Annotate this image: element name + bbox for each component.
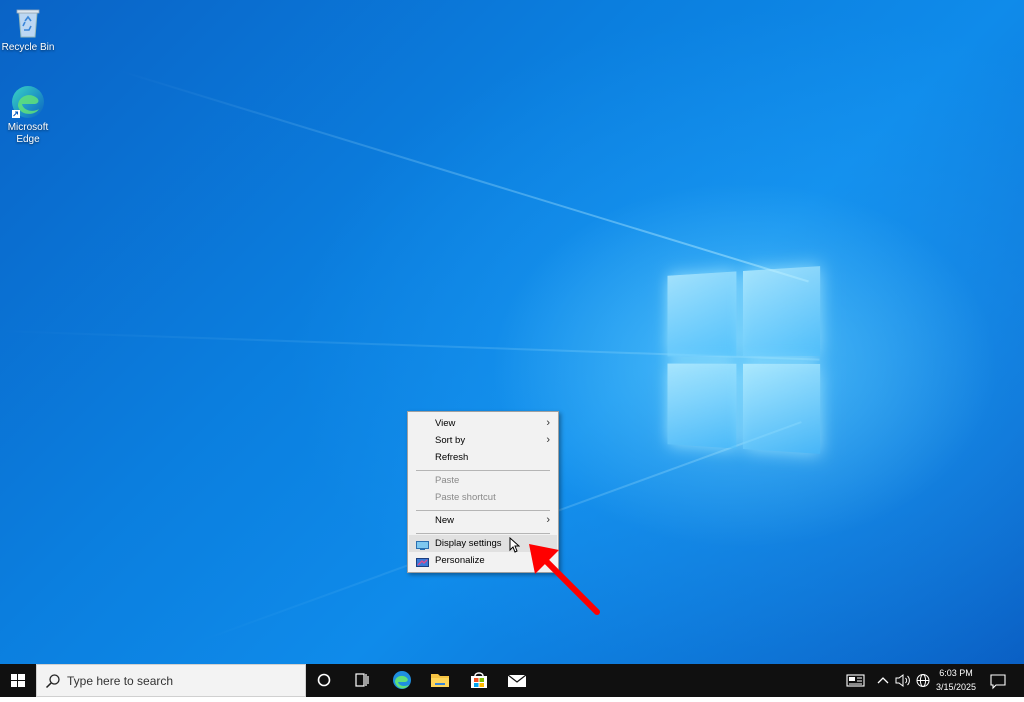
action-center-button[interactable]	[984, 664, 1012, 697]
menu-separator	[416, 510, 550, 511]
taskbar: Type here to search 6:03 PM 3/15/2025	[0, 664, 1024, 697]
recycle-bin-icon	[10, 4, 46, 40]
menu-item-sort-by[interactable]: Sort by ›	[409, 432, 557, 449]
notification-icon	[990, 674, 1006, 690]
news-widget-button[interactable]	[838, 664, 874, 697]
mail-icon	[507, 674, 527, 687]
menu-item-label: Paste shortcut	[435, 492, 496, 503]
start-button[interactable]	[0, 664, 36, 697]
desktop-icon-label: Microsoft Edge	[7, 122, 49, 145]
windows-start-icon	[11, 674, 25, 687]
menu-item-label: Sort by	[435, 435, 466, 446]
chevron-right-icon: ›	[546, 417, 550, 429]
menu-item-label: Personalize	[435, 555, 485, 566]
volume-button[interactable]	[893, 664, 913, 697]
clock-time: 6:03 PM	[939, 668, 973, 678]
personalize-icon	[416, 556, 429, 567]
show-hidden-icons-button[interactable]	[873, 664, 893, 697]
chevron-right-icon: ›	[546, 434, 550, 446]
chevron-up-icon	[877, 677, 889, 684]
wallpaper-beam	[119, 70, 809, 283]
menu-item-refresh[interactable]: Refresh	[409, 449, 557, 466]
taskbar-mail-button[interactable]	[499, 664, 535, 697]
desktop-icon-label: Recycle Bin	[1, 42, 55, 53]
menu-separator	[416, 470, 550, 471]
mouse-cursor-icon	[509, 537, 520, 553]
store-icon	[471, 672, 487, 688]
menu-item-paste[interactable]: Paste	[409, 472, 557, 489]
annotation-arrow-icon	[529, 544, 600, 615]
menu-separator	[416, 533, 550, 534]
menu-item-new[interactable]: New ›	[409, 512, 557, 529]
clock-button[interactable]: 6:03 PM 3/15/2025	[926, 664, 986, 697]
cortana-button[interactable]	[306, 664, 342, 697]
news-icon	[846, 674, 865, 687]
windows-logo-wallpaper	[667, 266, 822, 454]
search-icon	[45, 674, 60, 689]
menu-item-view[interactable]: View ›	[409, 415, 557, 432]
menu-item-label: Display settings	[435, 538, 502, 549]
search-placeholder: Type here to search	[67, 674, 174, 688]
chevron-right-icon: ›	[546, 514, 550, 526]
menu-item-paste-shortcut[interactable]: Paste shortcut	[409, 489, 557, 506]
taskbar-file-explorer-button[interactable]	[422, 664, 458, 697]
menu-item-label: View	[435, 418, 456, 429]
menu-item-label: New	[435, 515, 455, 526]
menu-item-label: Paste	[435, 475, 460, 486]
clock-date: 3/15/2025	[935, 682, 977, 692]
cortana-icon	[317, 673, 331, 687]
edge-icon	[10, 84, 46, 120]
display-icon	[416, 539, 429, 550]
task-view-icon	[355, 673, 369, 687]
desktop[interactable]: Recycle Bin Microsoft Edge View › Sort b…	[0, 0, 1024, 664]
file-explorer-icon	[431, 674, 449, 687]
desktop-icon-edge[interactable]: Microsoft Edge	[0, 84, 60, 146]
taskbar-store-button[interactable]	[461, 664, 497, 697]
taskbar-edge-button[interactable]	[384, 664, 420, 697]
desktop-icon-recycle-bin[interactable]: Recycle Bin	[0, 4, 60, 54]
task-view-button[interactable]	[344, 664, 380, 697]
volume-icon	[895, 674, 910, 687]
taskbar-search-box[interactable]: Type here to search	[36, 664, 306, 697]
edge-icon	[393, 671, 411, 689]
menu-item-label: Refresh	[435, 452, 469, 463]
